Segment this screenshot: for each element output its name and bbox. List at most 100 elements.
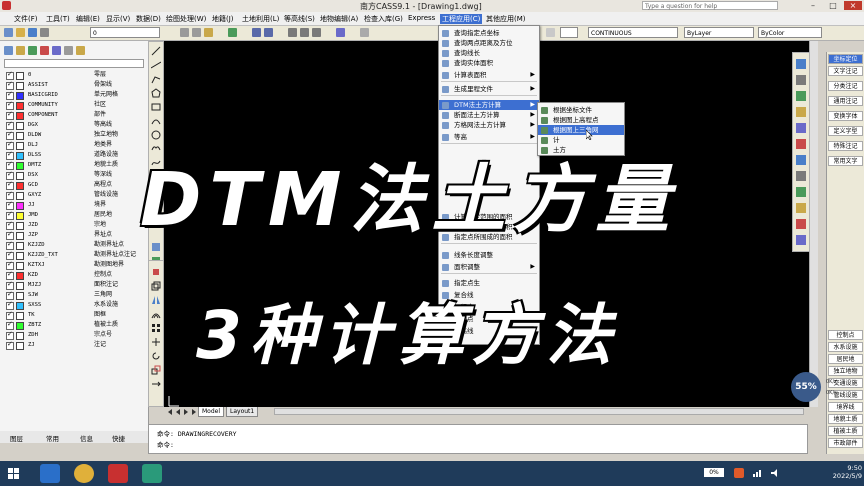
layer-row[interactable]: GCD 高程点 [6,180,142,190]
layer-color-icon[interactable] [76,46,85,55]
layer-visible-checkbox[interactable] [6,150,14,160]
layer-off-icon[interactable] [40,46,49,55]
menu-other[interactable]: 其他应用(M) [486,14,526,24]
layer-visible-checkbox[interactable] [6,120,14,130]
network-icon[interactable] [752,468,762,478]
color-swatch[interactable] [560,27,578,38]
layer-manager-icon[interactable] [4,46,13,55]
copy-object-icon[interactable] [151,281,161,291]
layer-color-swatch[interactable] [16,92,24,100]
rotate-icon[interactable] [151,351,161,361]
erase-icon[interactable] [151,267,161,277]
close-icon[interactable]: × [844,1,862,10]
layer-color-swatch[interactable] [16,302,24,310]
tab-layers[interactable]: 图层 [10,433,23,443]
menu-landuse[interactable]: 土地利用(L) [242,14,279,24]
feature-panel-item[interactable]: 地貌土质 [828,414,863,424]
volume-icon[interactable] [770,468,780,478]
feature-panel-item[interactable]: 境界线 [828,402,863,412]
layer-row[interactable]: SJW 三角网 [6,290,142,300]
layer-row[interactable]: COMPONENT 部件 [6,110,142,120]
rectangle-icon[interactable] [151,102,161,112]
dtm-submenu-item[interactable]: 根据图上高程点 [538,115,624,125]
zoom-extents-icon[interactable] [796,75,806,85]
layer-row[interactable]: DSX 等深线 [6,170,142,180]
pan-realtime-icon[interactable] [796,107,806,117]
layer-visible-checkbox[interactable] [6,160,14,170]
layer-isolate-icon[interactable] [28,46,37,55]
menu-data[interactable]: 数据(D) [136,14,161,24]
layer-row[interactable]: ZJ 注记 [6,340,142,350]
layer-row[interactable]: GXYZ 管线设施 [6,190,142,200]
layer-row[interactable]: DLSS 道路设施 [6,150,142,160]
engineering-menu-item[interactable]: 查询线长 [439,48,539,58]
layer-visible-checkbox[interactable] [6,250,14,260]
engineering-menu-item[interactable]: 计算表面积 ▶ [439,70,539,80]
layer-row[interactable]: JZP 界址点 [6,230,142,240]
layer-visible-checkbox[interactable] [6,260,14,270]
minimize-icon[interactable]: – [804,1,822,10]
app-icon-green[interactable] [142,464,162,483]
layer-row[interactable]: KZJZD_TXT 勘测界址点注记 [6,250,142,260]
annotation-panel-item[interactable]: 常用文字 [828,156,863,166]
layer-color-swatch[interactable] [16,292,24,300]
annotation-panel-item[interactable]: 定义字型 [828,126,863,136]
help-icon[interactable] [360,28,369,37]
redo-icon[interactable] [264,28,273,37]
tab-info[interactable]: 信息 [80,433,93,443]
stretch-icon[interactable] [151,379,161,389]
command-window[interactable]: 命令: DRAWINGRECOVERY 命令: [148,424,808,454]
layer-control-icon[interactable] [796,235,806,245]
menu-cadastre[interactable]: 地籍(J) [212,14,234,24]
engineering-menu-item[interactable]: 生成里程文件 ▶ [439,84,539,94]
array-icon[interactable] [151,323,161,333]
layer-visible-checkbox[interactable] [6,340,14,350]
layer-color-swatch[interactable] [16,162,24,170]
layer-filter-input[interactable] [4,59,144,68]
layer-row[interactable]: 0 零层 [6,70,142,80]
layer-row[interactable]: TK 图框 [6,310,142,320]
layer-visible-checkbox[interactable] [6,190,14,200]
engineering-menu-item[interactable]: 线条长度调整 [439,250,539,260]
layer-visible-checkbox[interactable] [6,310,14,320]
command-prompt[interactable]: 命令: [157,439,174,449]
layer-color-swatch[interactable] [16,112,24,120]
new-icon[interactable] [4,28,13,37]
layer-color-swatch[interactable] [16,172,24,180]
redraw-icon[interactable] [796,123,806,133]
cass-app-icon[interactable] [108,464,128,483]
color-icon[interactable] [546,28,555,37]
zoom-window-icon[interactable] [312,28,321,37]
menu-engineering[interactable]: 工程应用(C) [440,14,483,24]
line-icon[interactable] [151,46,161,56]
tab-quick[interactable]: 快捷 [112,433,125,443]
circle-icon[interactable] [151,130,161,140]
horizontal-scrollbar[interactable] [274,408,804,415]
layer-row[interactable]: SXSS 水系设施 [6,300,142,310]
layer-visible-checkbox[interactable] [6,110,14,120]
layer-color-swatch[interactable] [16,232,24,240]
layer-visible-checkbox[interactable] [6,80,14,90]
annotation-panel-item[interactable]: 通用注记 [828,96,863,106]
annotation-panel-item[interactable]: 特殊注记 [828,141,863,151]
layer-color-swatch[interactable] [16,342,24,350]
layer-row[interactable]: DMTZ 地貌土质 [6,160,142,170]
engineering-menu-item[interactable]: 查询指定点坐标 [439,28,539,38]
layer-visible-checkbox[interactable] [6,320,14,330]
layer-row[interactable]: COMMUNITY 社区 [6,100,142,110]
feature-panel-item[interactable]: 独立地物 [828,366,863,376]
zoom-previous-icon[interactable] [796,91,806,101]
lineweight-combo[interactable]: ByLayer [684,27,754,38]
zoom-realtime-icon[interactable] [796,59,806,69]
layer-row[interactable]: DLDW 独立地物 [6,130,142,140]
menu-check[interactable]: 检查入库(G) [364,14,403,24]
layer-visible-checkbox[interactable] [6,220,14,230]
engineering-menu-item[interactable]: 查询实体面积 [439,58,539,68]
help-search-input[interactable]: Type a question for help [642,1,778,10]
menu-file[interactable]: 文件(F) [14,14,38,24]
layer-color-swatch[interactable] [16,182,24,190]
menu-edit[interactable]: 编辑(E) [76,14,100,24]
input-method-icon[interactable] [734,468,744,478]
match-icon[interactable] [228,28,237,37]
engineering-menu-item[interactable]: DTM法土方计算 ▶ [439,100,539,110]
